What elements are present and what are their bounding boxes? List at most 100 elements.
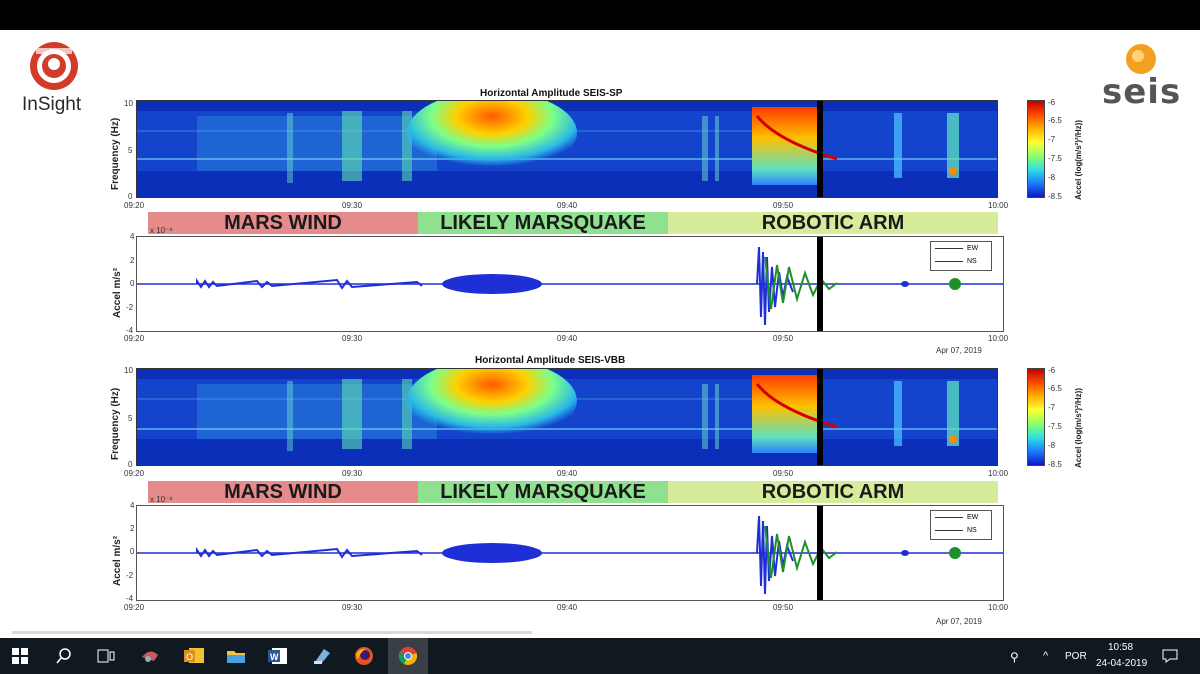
people-icon[interactable]: ⚲ <box>1010 650 1019 664</box>
legend-ns: NS <box>967 258 977 265</box>
insight-logo-icon <box>30 42 78 90</box>
svg-text:W: W <box>270 652 279 662</box>
windows-taskbar: O W ⚲ ^ POR 10:58 24-04-2019 <box>0 638 1200 674</box>
xtick: 09:20 <box>124 201 145 210</box>
legend-line-ew <box>935 248 963 249</box>
xtick: 09:20 <box>124 469 145 478</box>
waveform-sp <box>136 236 1004 332</box>
event-band-vbb: MARS WIND LIKELY MARSQUAKE ROBOTIC ARM <box>148 481 998 503</box>
task-view-icon[interactable] <box>86 638 126 674</box>
video-progress-bar[interactable] <box>12 631 532 634</box>
file-explorer-icon[interactable] <box>216 638 256 674</box>
colorbar-tick: -8.5 <box>1048 460 1062 469</box>
xtick: 09:40 <box>557 334 578 343</box>
svg-text:O: O <box>186 652 193 662</box>
seis-logo-icon <box>1126 44 1156 74</box>
legend-line-ns <box>935 261 963 262</box>
colorbar-tick: -8 <box>1048 173 1056 182</box>
legend-ns: NS <box>967 527 977 534</box>
spec-ytick: 5 <box>128 414 133 423</box>
tool-icon[interactable] <box>130 638 170 674</box>
xtick: 09:40 <box>557 603 578 612</box>
xtick: 09:40 <box>557 469 578 478</box>
wave-ylabel-vbb: Accel m/s² <box>112 535 123 586</box>
colorbar-tick: -8.5 <box>1048 192 1062 201</box>
wave-ytick: -2 <box>126 571 134 580</box>
wave-ytick: 0 <box>130 279 135 288</box>
language-indicator[interactable]: POR <box>1065 651 1087 662</box>
top-black-bar <box>0 0 1200 30</box>
xtick: 09:50 <box>773 469 794 478</box>
colorbar-tick: -8 <box>1048 441 1056 450</box>
xtick: 09:20 <box>124 603 145 612</box>
wave-ytick: 2 <box>130 256 135 265</box>
insight-logo: InSight <box>18 38 98 120</box>
seis-logo: seis <box>1100 42 1190 112</box>
wave-exponent: x 10⁻⁸ <box>150 495 173 504</box>
spec-ytick: 0 <box>128 192 133 201</box>
event-band-sp: MARS WIND LIKELY MARSQUAKE ROBOTIC ARM <box>148 212 998 234</box>
xtick: 09:30 <box>342 469 363 478</box>
spectrogram-sp <box>136 100 998 198</box>
band-mars-wind: MARS WIND <box>148 212 418 234</box>
xtick: 10:00 <box>988 334 1009 343</box>
legend-ew: EW <box>967 514 979 521</box>
waveform-vbb <box>136 505 1004 601</box>
band-likely-marsquake: LIKELY MARSQUAKE <box>418 481 668 503</box>
legend-ew: EW <box>967 245 979 252</box>
spec-ytick: 10 <box>124 99 133 108</box>
wave-exponent: x 10⁻⁸ <box>150 226 173 235</box>
colorbar-tick: -7 <box>1048 135 1056 144</box>
colorbar-tick: -6.5 <box>1048 384 1062 393</box>
colorbar-sp <box>1027 100 1045 198</box>
legend-line-ew <box>935 517 963 518</box>
legend-vbb: EW NS <box>930 510 992 540</box>
xtick: 10:00 <box>988 469 1009 478</box>
spec-ytick: 10 <box>124 366 133 375</box>
xtick: 09:40 <box>557 201 578 210</box>
chrome-icon[interactable] <box>388 638 428 674</box>
insight-logo-text: InSight <box>22 94 82 115</box>
word-icon[interactable]: W <box>258 638 298 674</box>
notification-icon[interactable] <box>1152 638 1188 674</box>
clock-time[interactable]: 10:58 <box>1108 642 1133 653</box>
colorbar-tick: -7 <box>1048 403 1056 412</box>
xtick: 09:50 <box>773 603 794 612</box>
band-robotic-arm: ROBOTIC ARM <box>668 481 998 503</box>
wave-ylabel-sp: Accel m/s² <box>112 267 123 318</box>
spec-ytick: 0 <box>128 460 133 469</box>
search-icon[interactable] <box>44 638 84 674</box>
wave-ytick: 4 <box>130 501 135 510</box>
panel-title-sp: Horizontal Amplitude SEIS-SP <box>480 88 623 99</box>
band-likely-marsquake: LIKELY MARSQUAKE <box>418 212 668 234</box>
xtick: 09:30 <box>342 334 363 343</box>
windows-start-icon[interactable] <box>0 638 40 674</box>
panel-title-vbb: Horizontal Amplitude SEIS-VBB <box>475 355 626 366</box>
colorbar-tick: -6 <box>1048 98 1056 107</box>
band-mars-wind: MARS WIND <box>148 481 418 503</box>
colorbar-tick: -6 <box>1048 366 1056 375</box>
xtick: 09:50 <box>773 334 794 343</box>
xtick: 10:00 <box>988 201 1009 210</box>
wave-ytick: 4 <box>130 232 135 241</box>
chevron-up-icon[interactable]: ^ <box>1043 650 1048 662</box>
colorbar-label-vbb: Accel (log(m/s²)²/Hz)) <box>1074 388 1083 468</box>
outlook-icon[interactable]: O <box>174 638 214 674</box>
xtick: 09:30 <box>342 201 363 210</box>
wave-ytick: -2 <box>126 303 134 312</box>
legend-sp: EW NS <box>930 241 992 271</box>
clock-date[interactable]: 24-04-2019 <box>1096 658 1147 669</box>
spec-ylabel-sp: Frequency (Hz) <box>110 117 121 190</box>
xtick: 09:20 <box>124 334 145 343</box>
colorbar-tick: -7.5 <box>1048 422 1062 431</box>
spec-ylabel-vbb: Frequency (Hz) <box>110 387 121 460</box>
spec-ytick: 5 <box>128 146 133 155</box>
wave-ytick: 0 <box>130 547 135 556</box>
plot-date-sp: Apr 07, 2019 <box>936 346 982 355</box>
plot-date-vbb: Apr 07, 2019 <box>936 617 982 626</box>
firefox-icon[interactable] <box>344 638 384 674</box>
wave-ytick: -4 <box>126 594 134 603</box>
notepad-icon[interactable] <box>302 638 342 674</box>
xtick: 09:30 <box>342 603 363 612</box>
spectrogram-vbb <box>136 368 998 466</box>
